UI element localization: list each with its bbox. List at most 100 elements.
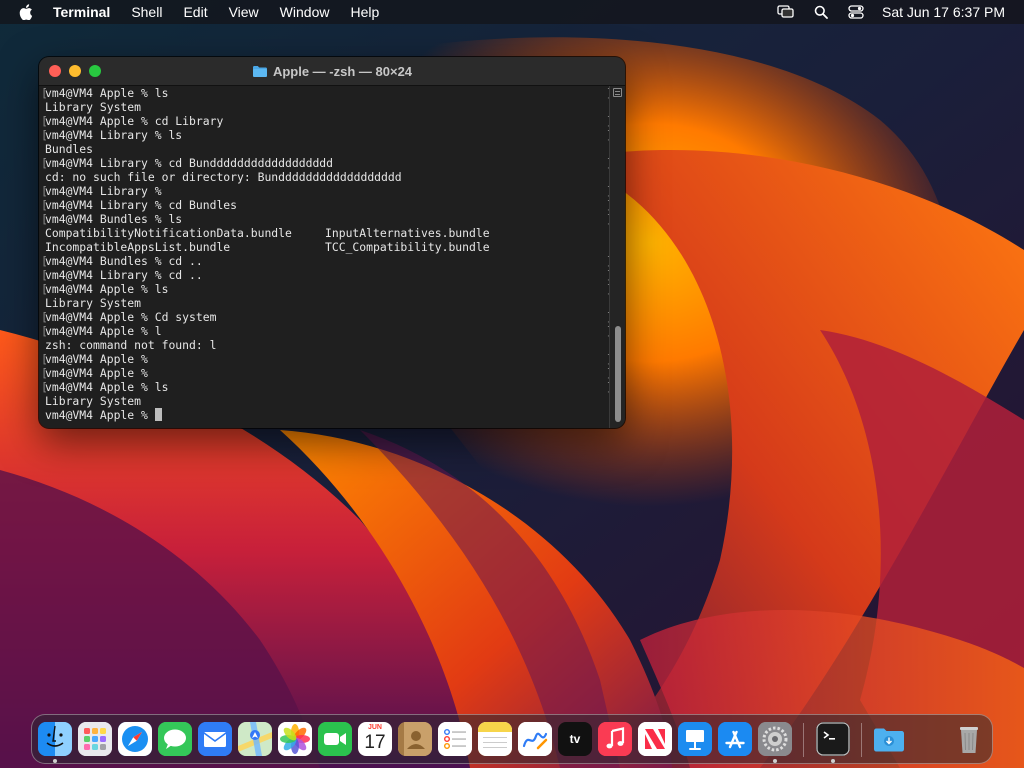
terminal-line-text: vm4@VM4 Library % cd .. <box>45 268 203 282</box>
terminal-line: Library System <box>45 394 609 408</box>
spotlight-search-icon[interactable] <box>812 4 830 20</box>
terminal-line: cd: no such file or directory: Bundddddd… <box>45 170 609 184</box>
terminal-line: []vm4@VM4 Apple % cd Library <box>41 114 613 128</box>
terminal-line: []vm4@VM4 Library % cd Bundles <box>41 198 613 212</box>
terminal-line: vm4@VM4 Apple % <box>45 408 609 422</box>
menu-view[interactable]: View <box>229 0 259 24</box>
terminal-line-text: CompatibilityNotificationData.bundle <box>45 226 292 240</box>
system-settings-icon[interactable] <box>758 722 792 756</box>
terminal-output[interactable]: []vm4@VM4 Apple % lsLibrary System[]vm4@… <box>39 86 613 428</box>
terminal-line: []vm4@VM4 Apple % l <box>41 324 613 338</box>
terminal-scrollbar[interactable] <box>609 86 625 428</box>
prompt-mark: [ <box>41 184 48 198</box>
folder-icon <box>252 65 268 78</box>
terminal-line: []vm4@VM4 Apple % ls <box>41 86 613 100</box>
prompt-mark: [ <box>41 324 48 338</box>
control-center-icon[interactable] <box>847 4 865 20</box>
freeform-icon[interactable] <box>518 722 552 756</box>
news-icon[interactable] <box>638 722 672 756</box>
menu-window[interactable]: Window <box>280 0 330 24</box>
scrollbar-split-icon[interactable] <box>613 88 622 97</box>
menu-bar: Terminal Shell Edit View Window Help Sat… <box>0 0 1024 24</box>
terminal-line-text: vm4@VM4 Apple % l <box>45 324 162 338</box>
apple-tv-icon[interactable]: tv <box>558 722 592 756</box>
safari-icon[interactable] <box>118 722 152 756</box>
mail-icon[interactable] <box>198 722 232 756</box>
prompt-mark: [ <box>41 380 48 394</box>
reminders-icon[interactable] <box>438 722 472 756</box>
terminal-line: IncompatibleAppsList.bundle TCC_Compatibi… <box>45 240 609 254</box>
terminal-line-text: vm4@VM4 Apple % <box>45 408 155 422</box>
terminal-line-text: vm4@VM4 Apple % ls <box>45 86 169 100</box>
terminal-line-text: Library System <box>45 100 142 114</box>
downloads-folder-icon[interactable] <box>872 722 906 756</box>
terminal-line-text: vm4@VM4 Bundles % ls <box>45 212 183 226</box>
terminal-line-text: IncompatibleAppsList.bundle <box>45 240 231 254</box>
launchpad-icon[interactable] <box>78 722 112 756</box>
terminal-line-text: zsh: command not found: l <box>45 338 217 352</box>
finder-icon[interactable] <box>38 722 72 756</box>
trash-icon[interactable] <box>952 722 986 756</box>
prompt-mark: [ <box>41 128 48 142</box>
terminal-line: []vm4@VM4 Bundles % ls <box>41 212 613 226</box>
terminal-line-text: vm4@VM4 Library % cd Bundles <box>45 198 238 212</box>
terminal-line: []vm4@VM4 Apple % ls <box>41 380 613 394</box>
messages-icon[interactable] <box>158 722 192 756</box>
apple-menu-icon[interactable] <box>19 4 33 20</box>
menu-edit[interactable]: Edit <box>183 0 207 24</box>
terminal-line: []vm4@VM4 Apple % <box>41 352 613 366</box>
apple-tv-label: tv <box>569 732 581 746</box>
maps-icon[interactable] <box>238 722 272 756</box>
menu-shell[interactable]: Shell <box>131 0 162 24</box>
menu-bar-status-area: Sat Jun 17 6:37 PM <box>777 0 1024 24</box>
dock: JUN 17 tv <box>31 714 993 764</box>
facetime-icon[interactable] <box>318 722 352 756</box>
calendar-day-label: 17 <box>364 732 386 753</box>
terminal-window[interactable]: Apple — -zsh — 80×24 []vm4@VM4 Apple % l… <box>39 57 625 428</box>
terminal-line: []vm4@VM4 Library % cd .. <box>41 268 613 282</box>
terminal-line: Library System <box>45 100 609 114</box>
menu-help[interactable]: Help <box>350 0 379 24</box>
terminal-line: Library System <box>45 296 609 310</box>
terminal-line-text: Library System <box>45 296 142 310</box>
screen-mirroring-icon[interactable] <box>777 4 795 20</box>
calendar-icon[interactable]: JUN 17 <box>358 722 392 756</box>
prompt-mark: [ <box>41 114 48 128</box>
contacts-icon[interactable] <box>398 722 432 756</box>
terminal-line: []vm4@VM4 Library % cd Bundddddddddddddd… <box>41 156 613 170</box>
terminal-line-text: Bundles <box>45 142 94 156</box>
terminal-line: Bundles <box>45 142 609 156</box>
prompt-mark: [ <box>41 310 48 324</box>
prompt-mark: [ <box>41 282 48 296</box>
dock-separator <box>803 723 804 757</box>
prompt-mark: [ <box>41 198 48 212</box>
terminal-line-text-column2: InputAlternatives.bundle <box>325 226 490 240</box>
keynote-icon[interactable] <box>678 722 712 756</box>
calendar-month-label: JUN <box>367 724 382 731</box>
terminal-title-bar[interactable]: Apple — -zsh — 80×24 <box>39 57 625 86</box>
prompt-mark: [ <box>41 268 48 282</box>
terminal-line-text-column2: TCC_Compatibility.bundle <box>325 240 490 254</box>
menu-bar-clock[interactable]: Sat Jun 17 6:37 PM <box>882 4 1005 20</box>
notes-icon[interactable] <box>478 722 512 756</box>
running-app-indicator <box>773 759 777 763</box>
app-store-icon[interactable] <box>718 722 752 756</box>
text-cursor <box>154 408 162 421</box>
prompt-mark: [ <box>41 86 48 100</box>
terminal-line-text: vm4@VM4 Bundles % cd .. <box>45 254 203 268</box>
terminal-line: []vm4@VM4 Library % ls <box>41 128 613 142</box>
terminal-line-text: vm4@VM4 Apple % <box>45 352 148 366</box>
terminal-line: CompatibilityNotificationData.bundle Inpu… <box>45 226 609 240</box>
window-title: Apple — -zsh — 80×24 <box>272 63 413 79</box>
terminal-line: []vm4@VM4 Apple % Cd system <box>41 310 613 324</box>
terminal-line-text: vm4@VM4 Apple % ls <box>45 380 169 394</box>
scrollbar-thumb[interactable] <box>615 326 621 422</box>
terminal-line: zsh: command not found: l <box>45 338 609 352</box>
running-app-indicator <box>53 759 57 763</box>
photos-icon[interactable] <box>278 722 312 756</box>
terminal-line: []vm4@VM4 Library % <box>41 184 613 198</box>
running-app-indicator <box>831 759 835 763</box>
menu-app-name[interactable]: Terminal <box>53 0 110 24</box>
music-icon[interactable] <box>598 722 632 756</box>
terminal-icon[interactable] <box>816 722 850 756</box>
